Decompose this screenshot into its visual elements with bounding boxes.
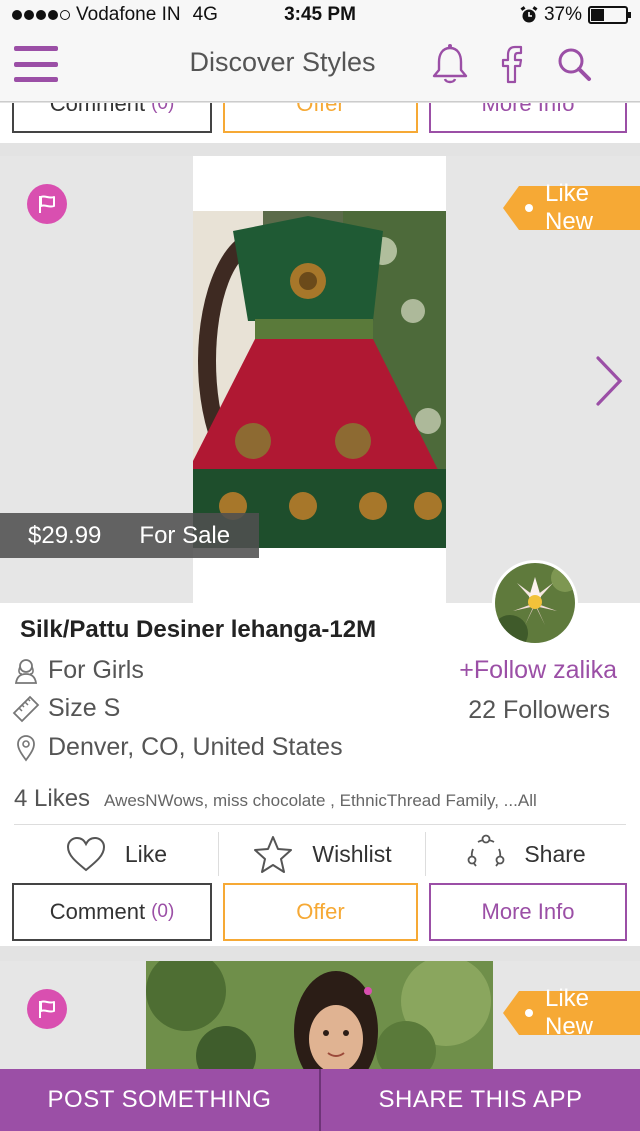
likers-list: AwesNWows, miss chocolate , EthnicThread…: [104, 791, 537, 810]
more-info-label: More Info: [481, 103, 575, 116]
size-label: Size S: [48, 694, 121, 722]
condition-label: Like New: [545, 180, 594, 235]
flag-icon[interactable]: [27, 184, 67, 224]
app-header: Discover Styles: [0, 30, 640, 102]
category-label: For Girls: [48, 656, 144, 684]
location-pin-icon: [17, 734, 35, 762]
like-button[interactable]: Like: [14, 828, 218, 880]
share-button[interactable]: Share: [426, 828, 626, 880]
offer-button[interactable]: Offer: [223, 103, 418, 133]
comment-count: (0): [151, 103, 175, 114]
offer-button[interactable]: Offer: [223, 883, 418, 941]
page-title: Discover Styles: [189, 47, 376, 77]
offer-label: Offer: [296, 899, 345, 924]
listing-card: Like New $29.99 For Sale Silk/Pattu Desi…: [0, 156, 640, 946]
divider: [14, 824, 626, 825]
chevron-right-icon[interactable]: [590, 354, 626, 408]
wishlist-button[interactable]: Wishlist: [219, 828, 425, 880]
girl-icon: [14, 658, 38, 684]
seller-avatar[interactable]: [492, 560, 578, 646]
wishlist-label: Wishlist: [312, 840, 392, 867]
comment-button[interactable]: Comment (0): [12, 103, 212, 133]
next-listing-photo[interactable]: [146, 961, 493, 1071]
share-icon: [467, 834, 505, 867]
size-row: Size S: [12, 694, 120, 723]
more-info-button[interactable]: More Info: [429, 883, 627, 941]
alarm-clock-icon: [520, 6, 538, 23]
battery-percent: 37%: [543, 4, 582, 25]
flag-icon[interactable]: [27, 989, 67, 1029]
follow-seller-link[interactable]: +Follow zalika: [459, 656, 617, 685]
comment-label: Comment: [49, 899, 146, 924]
listing-photo[interactable]: [193, 211, 446, 548]
facebook-icon[interactable]: [490, 42, 534, 86]
condition-badge: Like New: [503, 985, 640, 1040]
battery-icon: [588, 6, 631, 24]
previous-listing-card: Comment (0) Offer More Info: [0, 103, 640, 143]
share-label: Share: [524, 840, 586, 867]
condition-label: Like New: [545, 985, 594, 1040]
likes-row[interactable]: 4 Likes AwesNWows, miss chocolate , Ethn…: [14, 785, 537, 813]
menu-icon[interactable]: [14, 46, 58, 82]
like-label: Like: [124, 840, 168, 867]
location-label: Denver, CO, United States: [48, 733, 343, 761]
price: $29.99: [28, 521, 102, 549]
post-something-button[interactable]: POST SOMETHING: [0, 1069, 319, 1131]
sale-status: For Sale: [139, 521, 231, 549]
comment-count: (0): [151, 901, 175, 922]
listing-title[interactable]: Silk/Pattu Desiner lehanga-12M: [20, 616, 376, 644]
likes-count: 4 Likes: [14, 785, 91, 812]
location-row: Denver, CO, United States: [12, 733, 343, 762]
price-tag: $29.99 For Sale: [0, 513, 259, 558]
more-info-button[interactable]: More Info: [429, 103, 627, 133]
share-app-button[interactable]: SHARE THIS APP: [321, 1069, 640, 1131]
star-icon: [254, 836, 293, 873]
comment-button[interactable]: Comment (0): [12, 883, 212, 941]
heart-icon: [66, 836, 105, 872]
bell-icon[interactable]: [428, 42, 472, 86]
condition-badge: Like New: [503, 180, 640, 235]
search-icon[interactable]: [552, 42, 596, 86]
offer-label: Offer: [296, 103, 345, 116]
followers-count: 22 Followers: [468, 696, 610, 724]
ruler-icon: [12, 695, 40, 722]
next-listing-card: Like New: [0, 961, 640, 1071]
status-bar: Vodafone IN 4G 3:45 PM 37%: [0, 0, 640, 30]
category-row: For Girls: [12, 656, 144, 685]
more-info-label: More Info: [481, 899, 575, 924]
comment-label: Comment: [49, 103, 146, 116]
bottom-action-bar: POST SOMETHING SHARE THIS APP: [0, 1069, 640, 1131]
